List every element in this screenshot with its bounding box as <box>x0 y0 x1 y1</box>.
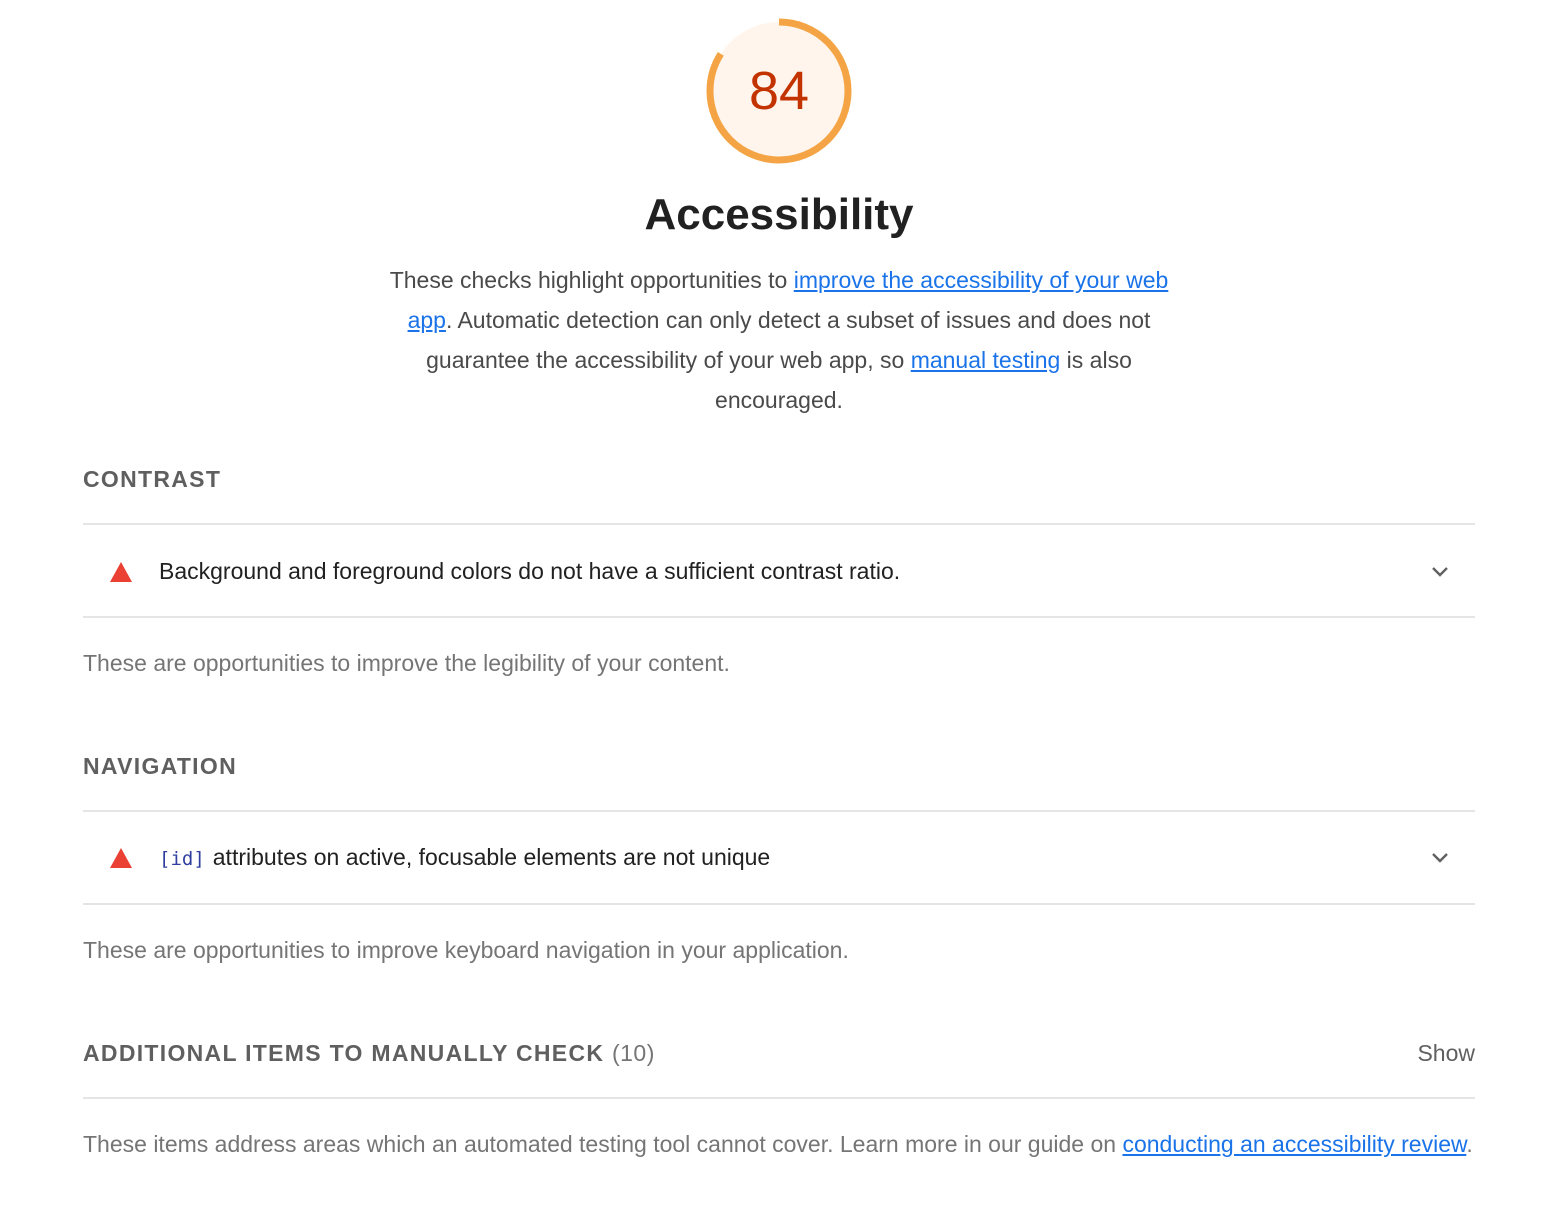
page-title: Accessibility <box>644 190 914 239</box>
warning-triangle-icon <box>110 848 132 868</box>
section-title-contrast: Contrast <box>83 466 222 492</box>
chevron-down-icon[interactable] <box>1430 561 1450 581</box>
manual-description-end: . <box>1466 1131 1473 1157</box>
score-gauge: 84 <box>705 17 853 165</box>
section-title-manual-text: Additional items to manually check <box>83 1040 605 1066</box>
divider <box>83 1097 1475 1099</box>
divider <box>83 903 1475 905</box>
section-description-manual: These items address areas which an autom… <box>83 1124 1483 1164</box>
audit-row-color-contrast[interactable]: Background and foreground colors do not … <box>83 526 1475 616</box>
audit-code: [id] <box>159 848 205 870</box>
category-description: These checks highlight opportunities to … <box>370 260 1188 420</box>
divider <box>83 616 1475 618</box>
audit-row-duplicate-id[interactable]: [id] attributes on active, focusable elem… <box>83 812 1475 902</box>
section-title-manual: Additional items to manually check (10) <box>83 1040 655 1067</box>
audit-title: [id] attributes on active, focusable elem… <box>159 812 770 902</box>
manual-testing-link[interactable]: manual testing <box>911 347 1061 373</box>
section-description-navigation: These are opportunities to improve keybo… <box>83 937 849 963</box>
accessibility-review-link[interactable]: conducting an accessibility review <box>1122 1131 1466 1157</box>
audit-title: Background and foreground colors do not … <box>159 558 901 584</box>
show-manual-items-toggle[interactable]: Show <box>1417 1040 1475 1067</box>
warning-triangle-icon <box>110 562 132 582</box>
manual-items-count: (10) <box>611 1040 655 1066</box>
manual-description-text: These items address areas which an autom… <box>83 1131 1123 1157</box>
chevron-down-icon[interactable] <box>1430 847 1450 867</box>
audit-title-text: attributes on active, focusable elements… <box>212 844 771 870</box>
divider <box>83 523 1475 525</box>
section-title-navigation: Navigation <box>83 753 237 779</box>
score-value: 84 <box>748 61 810 121</box>
section-description-contrast: These are opportunities to improve the l… <box>83 650 730 676</box>
description-text-1: These checks highlight opportunities to <box>389 267 794 293</box>
